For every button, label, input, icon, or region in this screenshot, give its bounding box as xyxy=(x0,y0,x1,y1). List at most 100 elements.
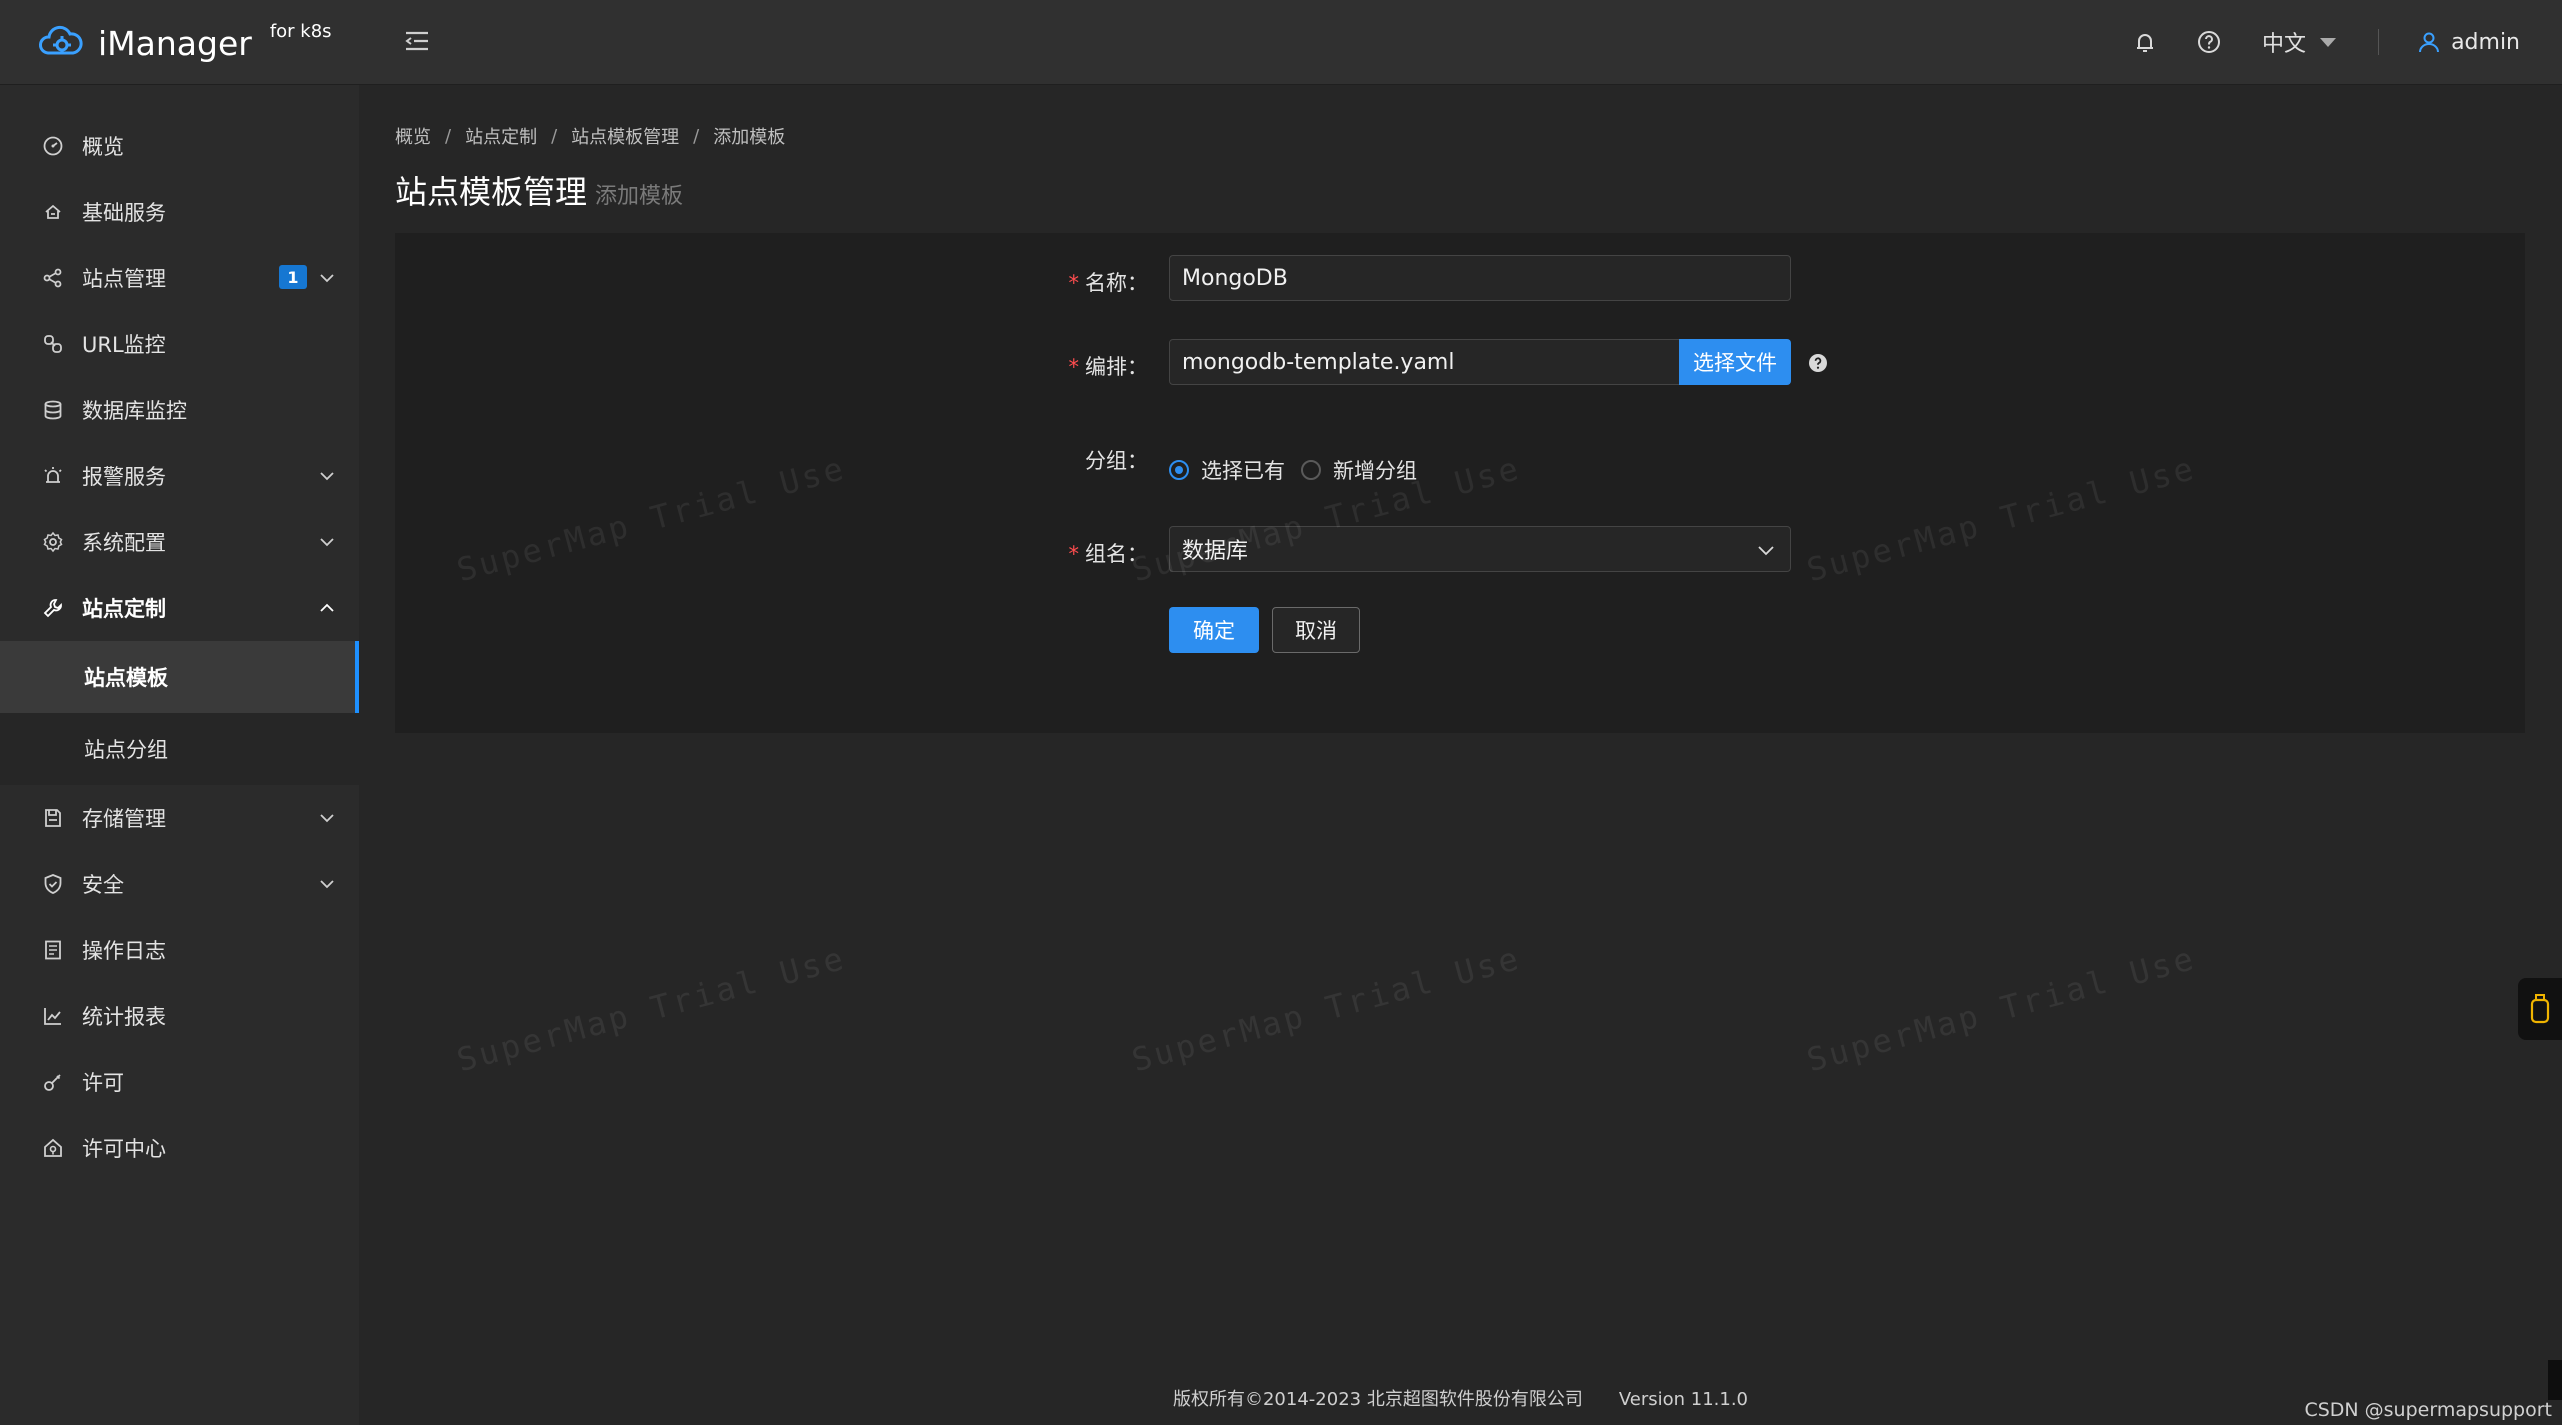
chevron-down-icon xyxy=(320,814,334,823)
sidebar-item-url-monitor[interactable]: URL监控 xyxy=(0,311,359,377)
cancel-button[interactable]: 取消 xyxy=(1272,607,1360,653)
sidebar-item-label: 操作日志 xyxy=(82,939,166,963)
tool-icon xyxy=(43,599,62,618)
count-badge: 1 xyxy=(279,265,307,289)
language-label: 中文 xyxy=(2262,32,2307,57)
radio-dot xyxy=(1301,460,1321,480)
radio-new-group[interactable]: 新增分组 xyxy=(1301,455,1417,485)
user-icon xyxy=(2419,32,2440,53)
sidebar-item-label: 概览 xyxy=(82,135,124,159)
sidebar-item-label: 站点定制 xyxy=(82,597,166,621)
page-title: 站点模板管理 添加模板 xyxy=(395,167,683,213)
top-header: iManager for k8s 中文 admin xyxy=(0,0,2562,85)
sidebar-item-label: URL监控 xyxy=(82,333,166,357)
radio-select-existing[interactable]: 选择已有 xyxy=(1169,455,1285,485)
chevron-down-icon xyxy=(1758,546,1774,556)
username: admin xyxy=(2451,29,2520,55)
sidebar-item-license-center[interactable]: 许可中心 xyxy=(0,1115,359,1181)
license-center-icon xyxy=(44,1138,62,1157)
radio-dot xyxy=(1169,460,1189,480)
sidebar-item-label: 系统配置 xyxy=(82,531,166,555)
bell-icon[interactable] xyxy=(2130,27,2160,57)
database-icon xyxy=(44,400,62,420)
sidebar-subitem-site-template[interactable]: 站点模板 xyxy=(0,641,359,713)
csdn-credit: CSDN @supermapsupport xyxy=(2304,1399,2552,1421)
page-subtitle: 添加模板 xyxy=(595,184,684,209)
breadcrumb-item[interactable]: 站点定制 xyxy=(465,123,537,149)
sidebar-subitem-label: 站点分组 xyxy=(84,738,168,762)
brand[interactable]: iManager for k8s xyxy=(36,18,332,68)
caret-down-icon xyxy=(2320,37,2337,47)
sidebar-item-label: 安全 xyxy=(82,873,124,897)
floating-helper-button[interactable] xyxy=(2518,978,2562,1040)
sidebar-item-site-management[interactable]: 站点管理 1 xyxy=(0,245,359,311)
breadcrumb: 概览 / 站点定制 / 站点模板管理 / 添加模板 xyxy=(395,123,785,149)
chevron-down-icon xyxy=(320,538,334,547)
sidebar-item-operation-log[interactable]: 操作日志 xyxy=(0,917,359,983)
sidebar-item-label: 站点管理 xyxy=(82,267,166,291)
sidebar-item-database-monitor[interactable]: 数据库监控 xyxy=(0,377,359,443)
settings-icon xyxy=(43,531,63,553)
menu-fold-icon[interactable] xyxy=(402,26,432,56)
sidebar-item-storage[interactable]: 存储管理 xyxy=(0,785,359,851)
help-circle-icon[interactable] xyxy=(1808,353,1828,373)
confirm-button[interactable]: 确定 xyxy=(1169,607,1259,653)
sidebar-item-statistics[interactable]: 统计报表 xyxy=(0,983,359,1049)
breadcrumb-item[interactable]: 概览 xyxy=(395,123,431,149)
name-input[interactable]: MongoDB xyxy=(1169,255,1791,301)
storage-icon xyxy=(45,809,61,827)
header-actions: 中文 admin xyxy=(2096,0,2520,84)
chart-line-icon xyxy=(44,1008,61,1025)
compose-file-input[interactable]: mongodb-template.yaml xyxy=(1169,339,1681,385)
alarm-icon xyxy=(44,467,62,483)
chevron-down-icon xyxy=(320,274,334,283)
user-menu[interactable]: admin xyxy=(2417,30,2520,55)
question-circle-icon[interactable] xyxy=(2194,27,2224,57)
chevron-down-icon xyxy=(320,880,334,889)
cloud-logo-icon xyxy=(39,25,83,55)
link-monitor-icon xyxy=(44,335,62,353)
sidebar-item-label: 报警服务 xyxy=(82,465,166,489)
sidebar-item-system-config[interactable]: 系统配置 xyxy=(0,509,359,575)
group-name-label: * 组名： xyxy=(1068,542,1149,566)
chevron-down-icon xyxy=(320,472,334,481)
group-label: 分组： xyxy=(1085,449,1148,473)
sidebar-subitem-site-group[interactable]: 站点分组 xyxy=(0,713,359,785)
watermark: SuperMap Trial Use xyxy=(1802,938,2200,1080)
sidebar-item-label: 基础服务 xyxy=(82,201,166,225)
choose-file-button[interactable]: 选择文件 xyxy=(1679,339,1791,385)
sidebar-subitem-label: 站点模板 xyxy=(84,666,168,690)
watermark: SuperMap Trial Use xyxy=(452,938,850,1080)
language-selector[interactable]: 中文 xyxy=(2262,26,2337,58)
name-label: * 名称： xyxy=(1068,271,1149,295)
brand-name: iManager xyxy=(98,23,252,63)
compose-label: * 编排： xyxy=(1068,355,1149,379)
log-icon xyxy=(45,940,61,960)
share-icon xyxy=(43,268,62,288)
chevron-up-icon xyxy=(320,603,334,612)
sidebar-item-label: 统计报表 xyxy=(82,1005,166,1029)
copyright-text: 版权所有©2014-2023 北京超图软件股份有限公司 xyxy=(1172,1389,1583,1410)
sidebar: 概览 基础服务 站点管理 1 URL监控 数据库监控 报警服务 系统配置 站点定… xyxy=(0,85,359,1425)
sidebar-item-overview[interactable]: 概览 xyxy=(0,113,359,179)
key-icon xyxy=(44,1074,61,1091)
sidebar-item-security[interactable]: 安全 xyxy=(0,851,359,917)
sidebar-item-label: 许可中心 xyxy=(82,1137,166,1161)
sidebar-item-label: 数据库监控 xyxy=(82,399,187,423)
sidebar-item-alarm-service[interactable]: 报警服务 xyxy=(0,443,359,509)
cup-icon xyxy=(2530,994,2550,1024)
main-content: 概览 / 站点定制 / 站点模板管理 / 添加模板 站点模板管理 添加模板 * 名… xyxy=(359,85,2562,1425)
breadcrumb-item[interactable]: 站点模板管理 xyxy=(571,123,679,149)
cloud-service-icon xyxy=(45,204,61,219)
version-text: Version 11.1.0 xyxy=(1618,1389,1748,1410)
group-name-select[interactable]: 数据库 xyxy=(1169,526,1791,572)
header-divider xyxy=(2378,29,2380,55)
breadcrumb-item-current: 添加模板 xyxy=(713,127,786,148)
sidebar-item-basic-services[interactable]: 基础服务 xyxy=(0,179,359,245)
sidebar-item-label: 存储管理 xyxy=(82,807,166,831)
dashboard-icon xyxy=(43,136,63,156)
sidebar-item-site-customization[interactable]: 站点定制 xyxy=(0,575,359,641)
sidebar-item-license[interactable]: 许可 xyxy=(0,1049,359,1115)
watermark: SuperMap Trial Use xyxy=(1127,938,1525,1080)
add-template-form: * 名称： MongoDB * 编排： mongodb-template.yaml … xyxy=(395,233,2525,733)
